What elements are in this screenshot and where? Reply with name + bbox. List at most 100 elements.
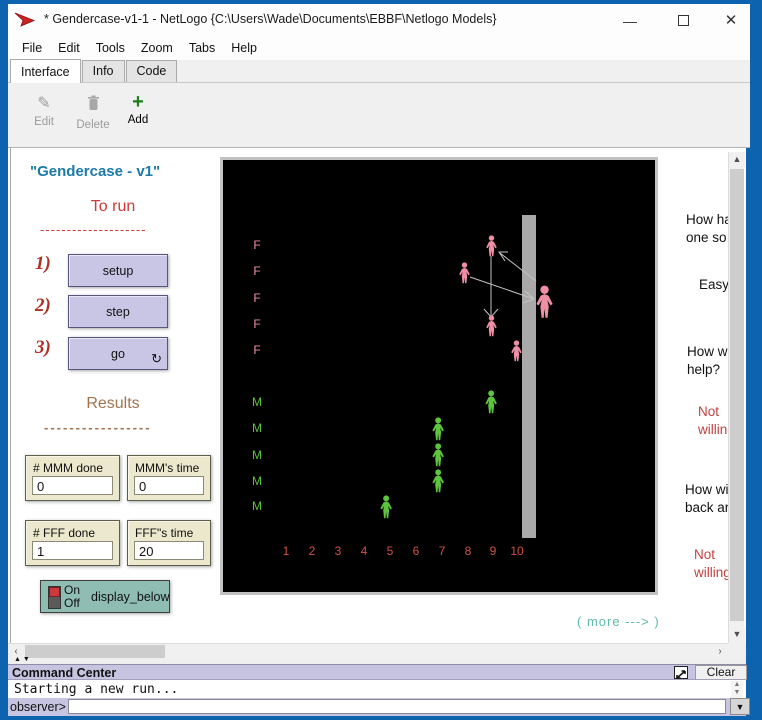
maximize-button[interactable] (668, 10, 698, 32)
female-person-figure (484, 235, 499, 257)
switch-track[interactable] (48, 586, 61, 609)
right-notes-column: How ha one soEasyHow w help?Not willingH… (684, 148, 728, 643)
scroll-up-icon[interactable]: ▲ (729, 152, 745, 168)
minimize-button[interactable]: — (615, 10, 645, 32)
command-center-header: Command Center Clear (8, 664, 746, 679)
step-number-3: 3) (35, 337, 51, 359)
x-axis-number: 1 (276, 544, 296, 558)
trash-icon (70, 95, 116, 116)
x-axis-number: 2 (302, 544, 322, 558)
results-heading: Results (58, 395, 168, 413)
x-axis-number: 3 (328, 544, 348, 558)
netlogo-logo-icon (14, 12, 36, 29)
x-axis-number: 5 (380, 544, 400, 558)
vertical-scroll-thumb[interactable] (730, 169, 744, 621)
x-axis-number: 4 (354, 544, 374, 558)
delete-tool-button[interactable]: Delete (70, 95, 116, 131)
go-button[interactable]: go ↻ (68, 337, 168, 370)
observer-prompt-label: observer> (10, 700, 66, 714)
clear-button[interactable]: Clear (695, 665, 747, 680)
monitor-fff-done: # FFF done 1 (25, 520, 120, 566)
female-person-figure (457, 262, 472, 284)
menu-item-help[interactable]: Help (223, 38, 265, 58)
output-scrollbar[interactable]: ▲▼ (731, 681, 743, 698)
male-row-label: M (247, 448, 267, 462)
male-person-figure (430, 443, 446, 467)
close-button[interactable]: ✕ (716, 10, 746, 32)
link-lines (223, 160, 655, 592)
horizontal-scroll-thumb[interactable] (25, 645, 165, 658)
x-axis-number: 6 (406, 544, 426, 558)
step-number-1: 1) (35, 253, 51, 275)
plus-icon: + (120, 93, 156, 111)
command-input[interactable] (68, 699, 726, 714)
canvas-edge (10, 148, 11, 643)
male-person-figure (378, 495, 394, 519)
monitor-value: 20 (134, 541, 204, 560)
scroll-right-icon[interactable]: › (712, 644, 728, 659)
female-row-label: F (247, 238, 267, 252)
command-center-title: Command Center (12, 666, 116, 680)
x-axis-number: 10 (507, 544, 527, 558)
edit-tool-button[interactable]: ✎ Edit (26, 95, 62, 128)
output-text: Starting a new run... (14, 682, 178, 697)
male-person-figure (430, 469, 446, 493)
forever-icon: ↻ (151, 352, 162, 365)
male-person-figure (483, 390, 499, 414)
step-button[interactable]: step (68, 295, 168, 328)
horizontal-scrollbar[interactable]: ‹ › (8, 643, 728, 659)
window-title: * Gendercase-v1-1 - NetLogo {C:\Users\Wa… (44, 12, 497, 26)
x-axis-number: 7 (432, 544, 452, 558)
model-title-note: "Gendercase - v1" (30, 163, 200, 180)
monitor-mmm-time: MMM's time 0 (127, 455, 211, 501)
female-row-label: F (247, 317, 267, 331)
menu-item-edit[interactable]: Edit (50, 38, 88, 58)
switch-name-label: display_below (91, 590, 170, 604)
switch-knob[interactable] (49, 587, 60, 597)
tab-code[interactable]: Code (126, 60, 178, 82)
scroll-down-icon[interactable]: ▼ (729, 627, 745, 643)
menu-item-tools[interactable]: Tools (88, 38, 133, 58)
to-run-heading: To run (58, 198, 168, 216)
female-row-label: F (247, 291, 267, 305)
history-dropdown-button[interactable]: ▼ (730, 698, 750, 715)
male-row-label: M (247, 421, 267, 435)
monitor-value: 1 (32, 541, 113, 560)
monitor-fff-time: FFF"s time 20 (127, 520, 211, 566)
title-bar: * Gendercase-v1-1 - NetLogo {C:\Users\Wa… (8, 4, 750, 36)
menu-item-zoom[interactable]: Zoom (133, 38, 181, 58)
clipped-note: Not willing (698, 403, 728, 439)
switch-off-label: Off (64, 596, 80, 610)
male-row-label: M (247, 499, 267, 513)
menu-item-file[interactable]: File (14, 38, 50, 58)
monitor-mmm-done: # MMM done 0 (25, 455, 120, 501)
clipped-note: How w help? (687, 343, 728, 379)
setup-button[interactable]: setup (68, 254, 168, 287)
tab-info[interactable]: Info (82, 60, 125, 82)
add-tool-button[interactable]: + Add (120, 93, 156, 126)
netlogo-window: * Gendercase-v1-1 - NetLogo {C:\Users\Wa… (0, 0, 762, 720)
male-row-label: M (247, 395, 267, 409)
display-below-switch[interactable]: On Off display_below (40, 580, 170, 613)
tab-interface[interactable]: Interface (10, 59, 81, 83)
clipped-note: How ha one so (686, 211, 728, 247)
results-divider: ----------------- (44, 420, 184, 435)
clipped-note: Not willing (694, 546, 728, 582)
splitter-arrows-icon[interactable]: ▲▼ (14, 656, 32, 663)
interface-canvas: "Gendercase - v1" To run ---------------… (8, 148, 746, 643)
command-center-output: Starting a new run... ▲▼ (8, 679, 746, 698)
more-note: ( more ---> ) (577, 614, 660, 629)
expand-icon[interactable] (674, 666, 688, 679)
menu-item-tabs[interactable]: Tabs (181, 38, 223, 58)
x-axis-number: 9 (483, 544, 503, 558)
tab-strip: InterfaceInfoCode (8, 60, 750, 83)
to-run-divider: -------------------- (40, 222, 190, 237)
vertical-scrollbar[interactable]: ▲ ▼ (728, 152, 744, 643)
toolbar: ✎ Edit Delete + Add Abc def ghi jkl Note… (8, 83, 750, 148)
monitor-value: 0 (32, 476, 113, 495)
world-view: FFFFFMMMMM12345678910 (223, 160, 655, 592)
male-row-label: M (247, 474, 267, 488)
female-row-label: F (247, 264, 267, 278)
pencil-icon: ✎ (26, 95, 62, 113)
female-person-figure (509, 340, 524, 362)
